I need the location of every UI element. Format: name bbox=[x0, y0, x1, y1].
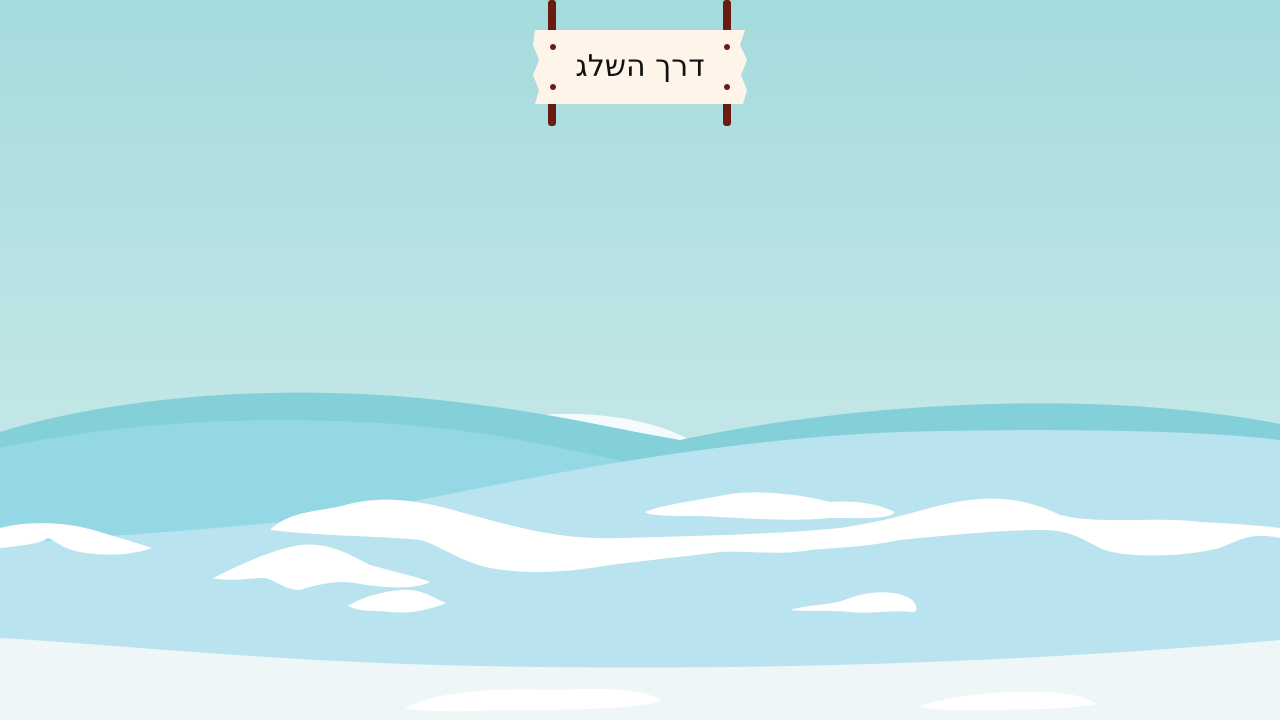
title-sign: דרך השלג bbox=[533, 0, 747, 128]
sign-title: דרך השלג bbox=[575, 49, 705, 84]
